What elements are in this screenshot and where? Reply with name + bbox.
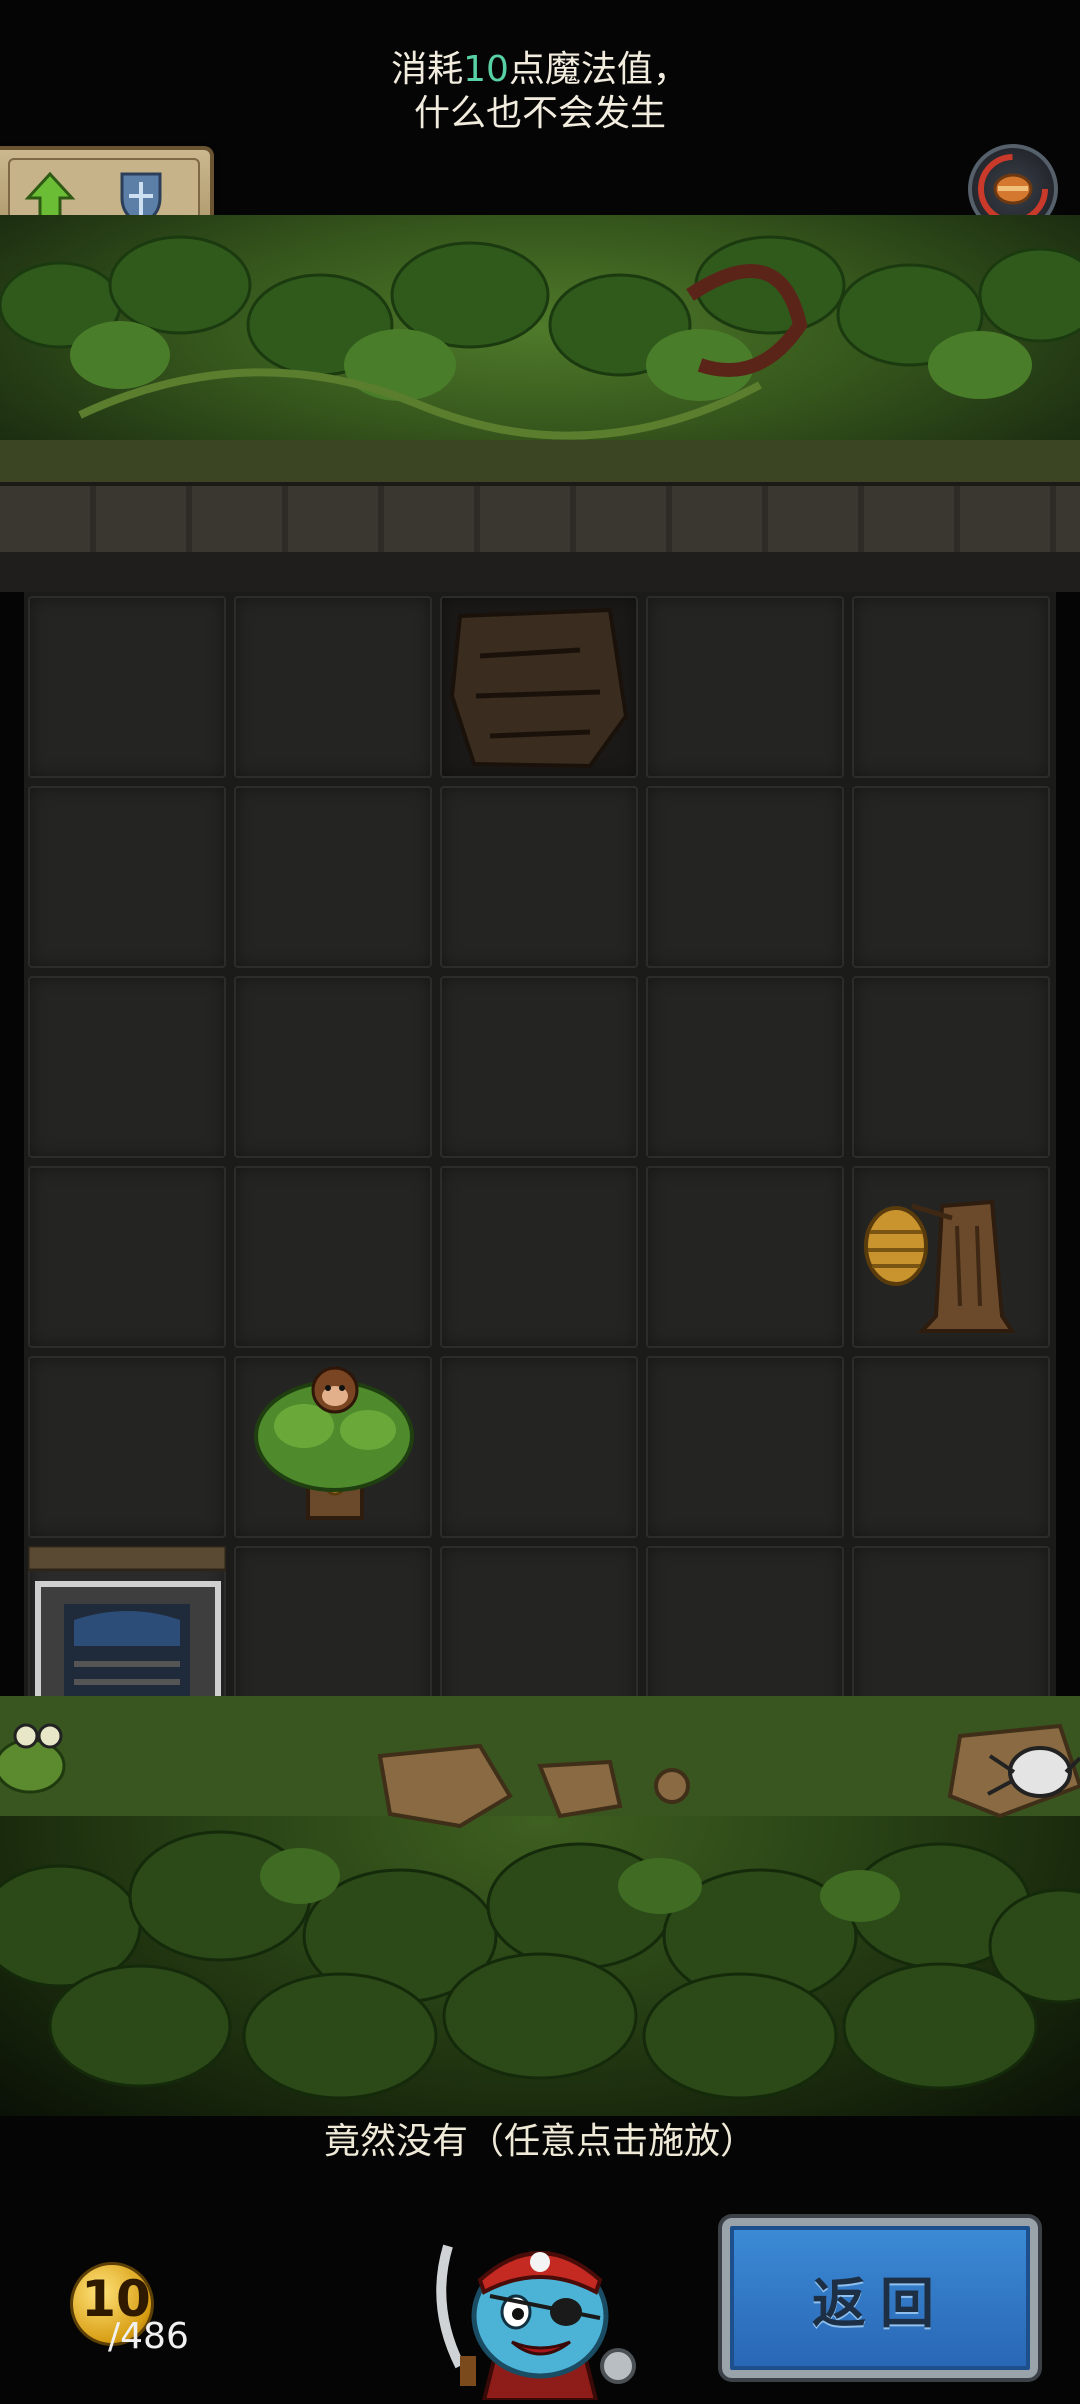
cast-hint: 竟然没有（任意点击施放） [323, 2121, 756, 2162]
grid-cell-beehive-tree[interactable] [852, 1166, 1050, 1348]
grid-cell[interactable] [440, 1356, 638, 1538]
return-button[interactable]: 返回 [722, 2218, 1038, 2378]
grid-cell[interactable] [852, 596, 1050, 778]
monkey-tree-bush-icon [254, 1366, 414, 1520]
grid-cell[interactable] [852, 976, 1050, 1158]
grid-cell[interactable] [440, 786, 638, 968]
grid-cell[interactable] [28, 1166, 226, 1348]
grid-cell[interactable] [646, 786, 844, 968]
spell-message-suffix: 点魔法值， [508, 49, 689, 90]
grid-cell[interactable] [234, 1166, 432, 1348]
stone-wall [0, 482, 1080, 562]
grid-cell[interactable] [28, 786, 226, 968]
grid-cell[interactable] [646, 976, 844, 1158]
dungeon-board [24, 592, 1056, 1728]
grid-cell[interactable] [646, 1166, 844, 1348]
hero-portrait[interactable] [420, 2216, 660, 2402]
grid-cell[interactable] [646, 596, 844, 778]
grid-cell[interactable] [852, 1356, 1050, 1538]
pirate-hero-icon [436, 2244, 636, 2402]
spell-cost-value: 10 [463, 49, 509, 90]
grid-cell[interactable] [440, 1166, 638, 1348]
grid-cell-monkey-bush[interactable] [234, 1356, 432, 1538]
grid-cell[interactable] [28, 1356, 226, 1538]
stone-wall-shadow [0, 552, 1080, 592]
jungle-bottom-decoration [0, 1696, 1080, 2116]
spell-message-prefix: 消耗 [391, 49, 464, 90]
broken-floor-icon [449, 607, 629, 769]
grid-cell[interactable] [646, 1356, 844, 1538]
spell-message: 消耗10点魔法值， 什么也不会发生 [0, 48, 1080, 136]
green-up-arrow-icon [24, 171, 76, 222]
spell-message-line2: 什么也不会发生 [413, 93, 666, 134]
grid-cell[interactable] [440, 976, 638, 1158]
grid-cell[interactable] [28, 596, 226, 778]
beehive-tree-stump-icon [864, 1199, 1016, 1333]
grid-cell[interactable] [234, 596, 432, 778]
grid-cell[interactable] [28, 976, 226, 1158]
mana-max: /486 [108, 2316, 189, 2357]
grid-cell-broken-floor[interactable] [440, 596, 638, 778]
grid-cell[interactable] [234, 976, 432, 1158]
grid-cell[interactable] [234, 786, 432, 968]
grid-cell[interactable] [852, 786, 1050, 968]
